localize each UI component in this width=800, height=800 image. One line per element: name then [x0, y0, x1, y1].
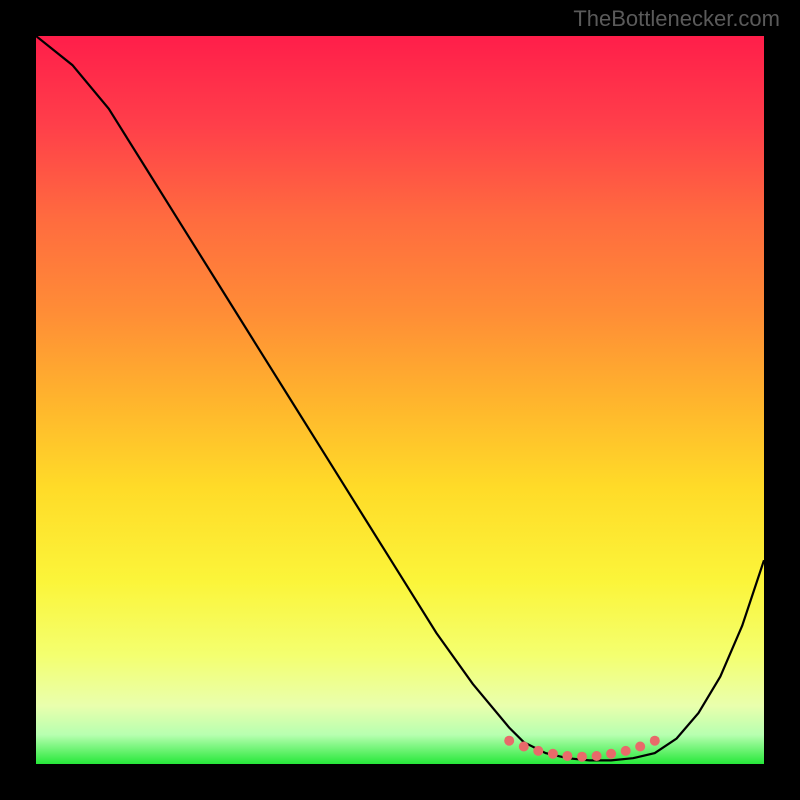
- marker-dot: [592, 751, 602, 761]
- plot-area: [36, 36, 764, 764]
- marker-dot: [577, 752, 587, 762]
- marker-dot: [650, 736, 660, 746]
- marker-dot: [548, 749, 558, 759]
- bottleneck-curve: [36, 36, 764, 760]
- marker-dot: [519, 742, 529, 752]
- marker-dot: [562, 751, 572, 761]
- marker-dot: [621, 746, 631, 756]
- marker-dot: [606, 749, 616, 759]
- marker-dot: [533, 746, 543, 756]
- marker-dot: [504, 736, 514, 746]
- watermark-text: TheBottlenecker.com: [573, 6, 780, 32]
- marker-dot: [635, 742, 645, 752]
- chart-svg: [36, 36, 764, 764]
